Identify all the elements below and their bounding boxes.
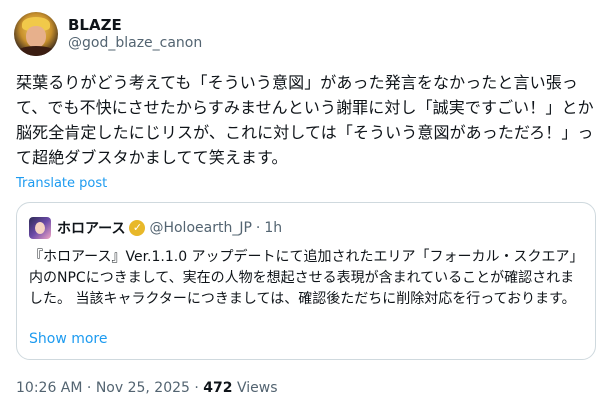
quoted-post-text: 『ホロアース』Ver.1.1.0 アップデートにて追加されたエリア「フォーカル・…: [29, 249, 584, 307]
quoted-handle[interactable]: @Holoearth_JP: [149, 220, 251, 236]
verified-badge-icon: ✓: [129, 220, 146, 236]
post-date[interactable]: Nov 25, 2025: [96, 380, 190, 396]
show-more-link[interactable]: Show more: [29, 331, 108, 347]
avatar-coat: [16, 46, 56, 56]
meta-separator: ·: [194, 380, 199, 396]
post-metadata: 10:26 AM · Nov 25, 2025 · 472 Views: [16, 380, 278, 396]
post-text: 栞葉るりがどう考えても「そういう意図」があった発言をなかったと言い張って、でも不…: [16, 73, 594, 167]
quoted-post[interactable]: ホロアース ✓ @Holoearth_JP · 1h 『ホロアース』Ver.1.…: [16, 202, 596, 360]
author-avatar[interactable]: [14, 12, 58, 56]
quoted-display-name[interactable]: ホロアース: [57, 218, 125, 238]
views-count: 472: [203, 380, 233, 396]
translate-post-link[interactable]: Translate post: [16, 176, 107, 191]
author-display-name[interactable]: BLAZE: [68, 16, 202, 34]
quoted-avatar[interactable]: [29, 217, 51, 239]
author-names: BLAZE @god_blaze_canon: [68, 16, 202, 52]
author-handle[interactable]: @god_blaze_canon: [68, 34, 202, 52]
post-header: BLAZE @god_blaze_canon: [14, 12, 202, 56]
quoted-post-header: ホロアース ✓ @Holoearth_JP · 1h: [29, 217, 282, 239]
views-label: Views: [236, 380, 278, 396]
quoted-separator: ·: [255, 220, 261, 236]
avatar-face: [26, 26, 46, 48]
post-time[interactable]: 10:26 AM: [16, 380, 82, 396]
meta-separator: ·: [86, 380, 92, 396]
quoted-time[interactable]: 1h: [264, 220, 282, 236]
